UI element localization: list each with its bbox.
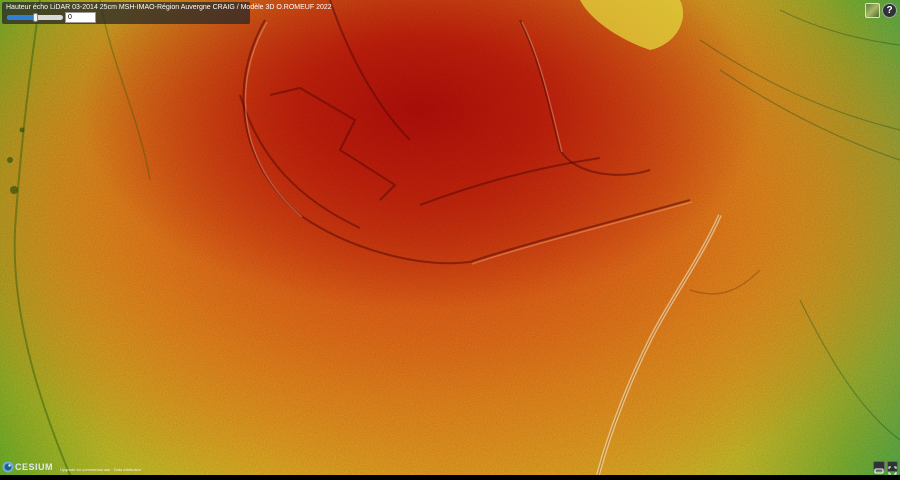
opacity-value-field[interactable]: 0 [65,12,96,23]
vr-button[interactable] [873,461,885,474]
lidar-terrain-relief [0,0,900,475]
question-mark-icon: ? [886,5,893,16]
opacity-slider-handle[interactable] [33,13,38,22]
help-button[interactable]: ? [882,3,897,18]
map-viewport[interactable] [0,0,900,475]
opacity-slider-fill [7,15,35,20]
cesium-logo-text: CESIUM [15,462,54,472]
cesium-globe-icon [2,461,14,473]
layer-info-panel: Hauteur écho LiDAR 03-2014 25cm MSH-IMAO… [2,2,332,24]
fullscreen-icon [888,466,897,475]
opacity-slider[interactable] [7,13,63,22]
vr-headset-icon [874,468,884,474]
fullscreen-button[interactable] [887,461,898,475]
base-layer-picker-button[interactable] [865,3,880,18]
layer-title: Hauteur écho LiDAR 03-2014 25cm MSH-IMAO… [6,4,332,11]
credits-links[interactable]: Upgrade for commercial use · Data attrib… [60,467,141,472]
